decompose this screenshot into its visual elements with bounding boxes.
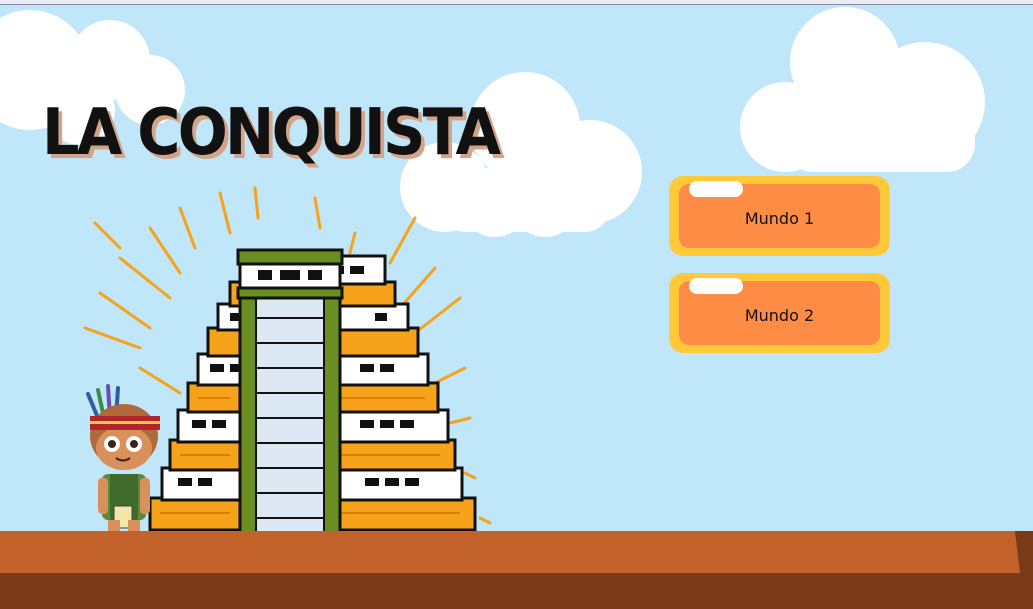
ground bbox=[0, 531, 1033, 609]
world-2-button[interactable]: Mundo 2 bbox=[669, 273, 890, 353]
world-2-label: Mundo 2 bbox=[744, 305, 815, 325]
world-1-button[interactable]: Mundo 1 bbox=[669, 176, 890, 256]
world-2-button-face[interactable]: Mundo 2 bbox=[679, 278, 880, 345]
game-title: LA CONQUISTA bbox=[42, 96, 501, 170]
button-shine bbox=[689, 278, 743, 294]
button-shine bbox=[689, 181, 743, 197]
game-screen: LA CONQUISTA Mundo 1 Mundo 2 bbox=[0, 0, 1033, 609]
cloud-icon bbox=[740, 7, 985, 172]
world-1-label: Mundo 1 bbox=[744, 208, 815, 228]
world-1-button-face[interactable]: Mundo 1 bbox=[679, 181, 880, 248]
